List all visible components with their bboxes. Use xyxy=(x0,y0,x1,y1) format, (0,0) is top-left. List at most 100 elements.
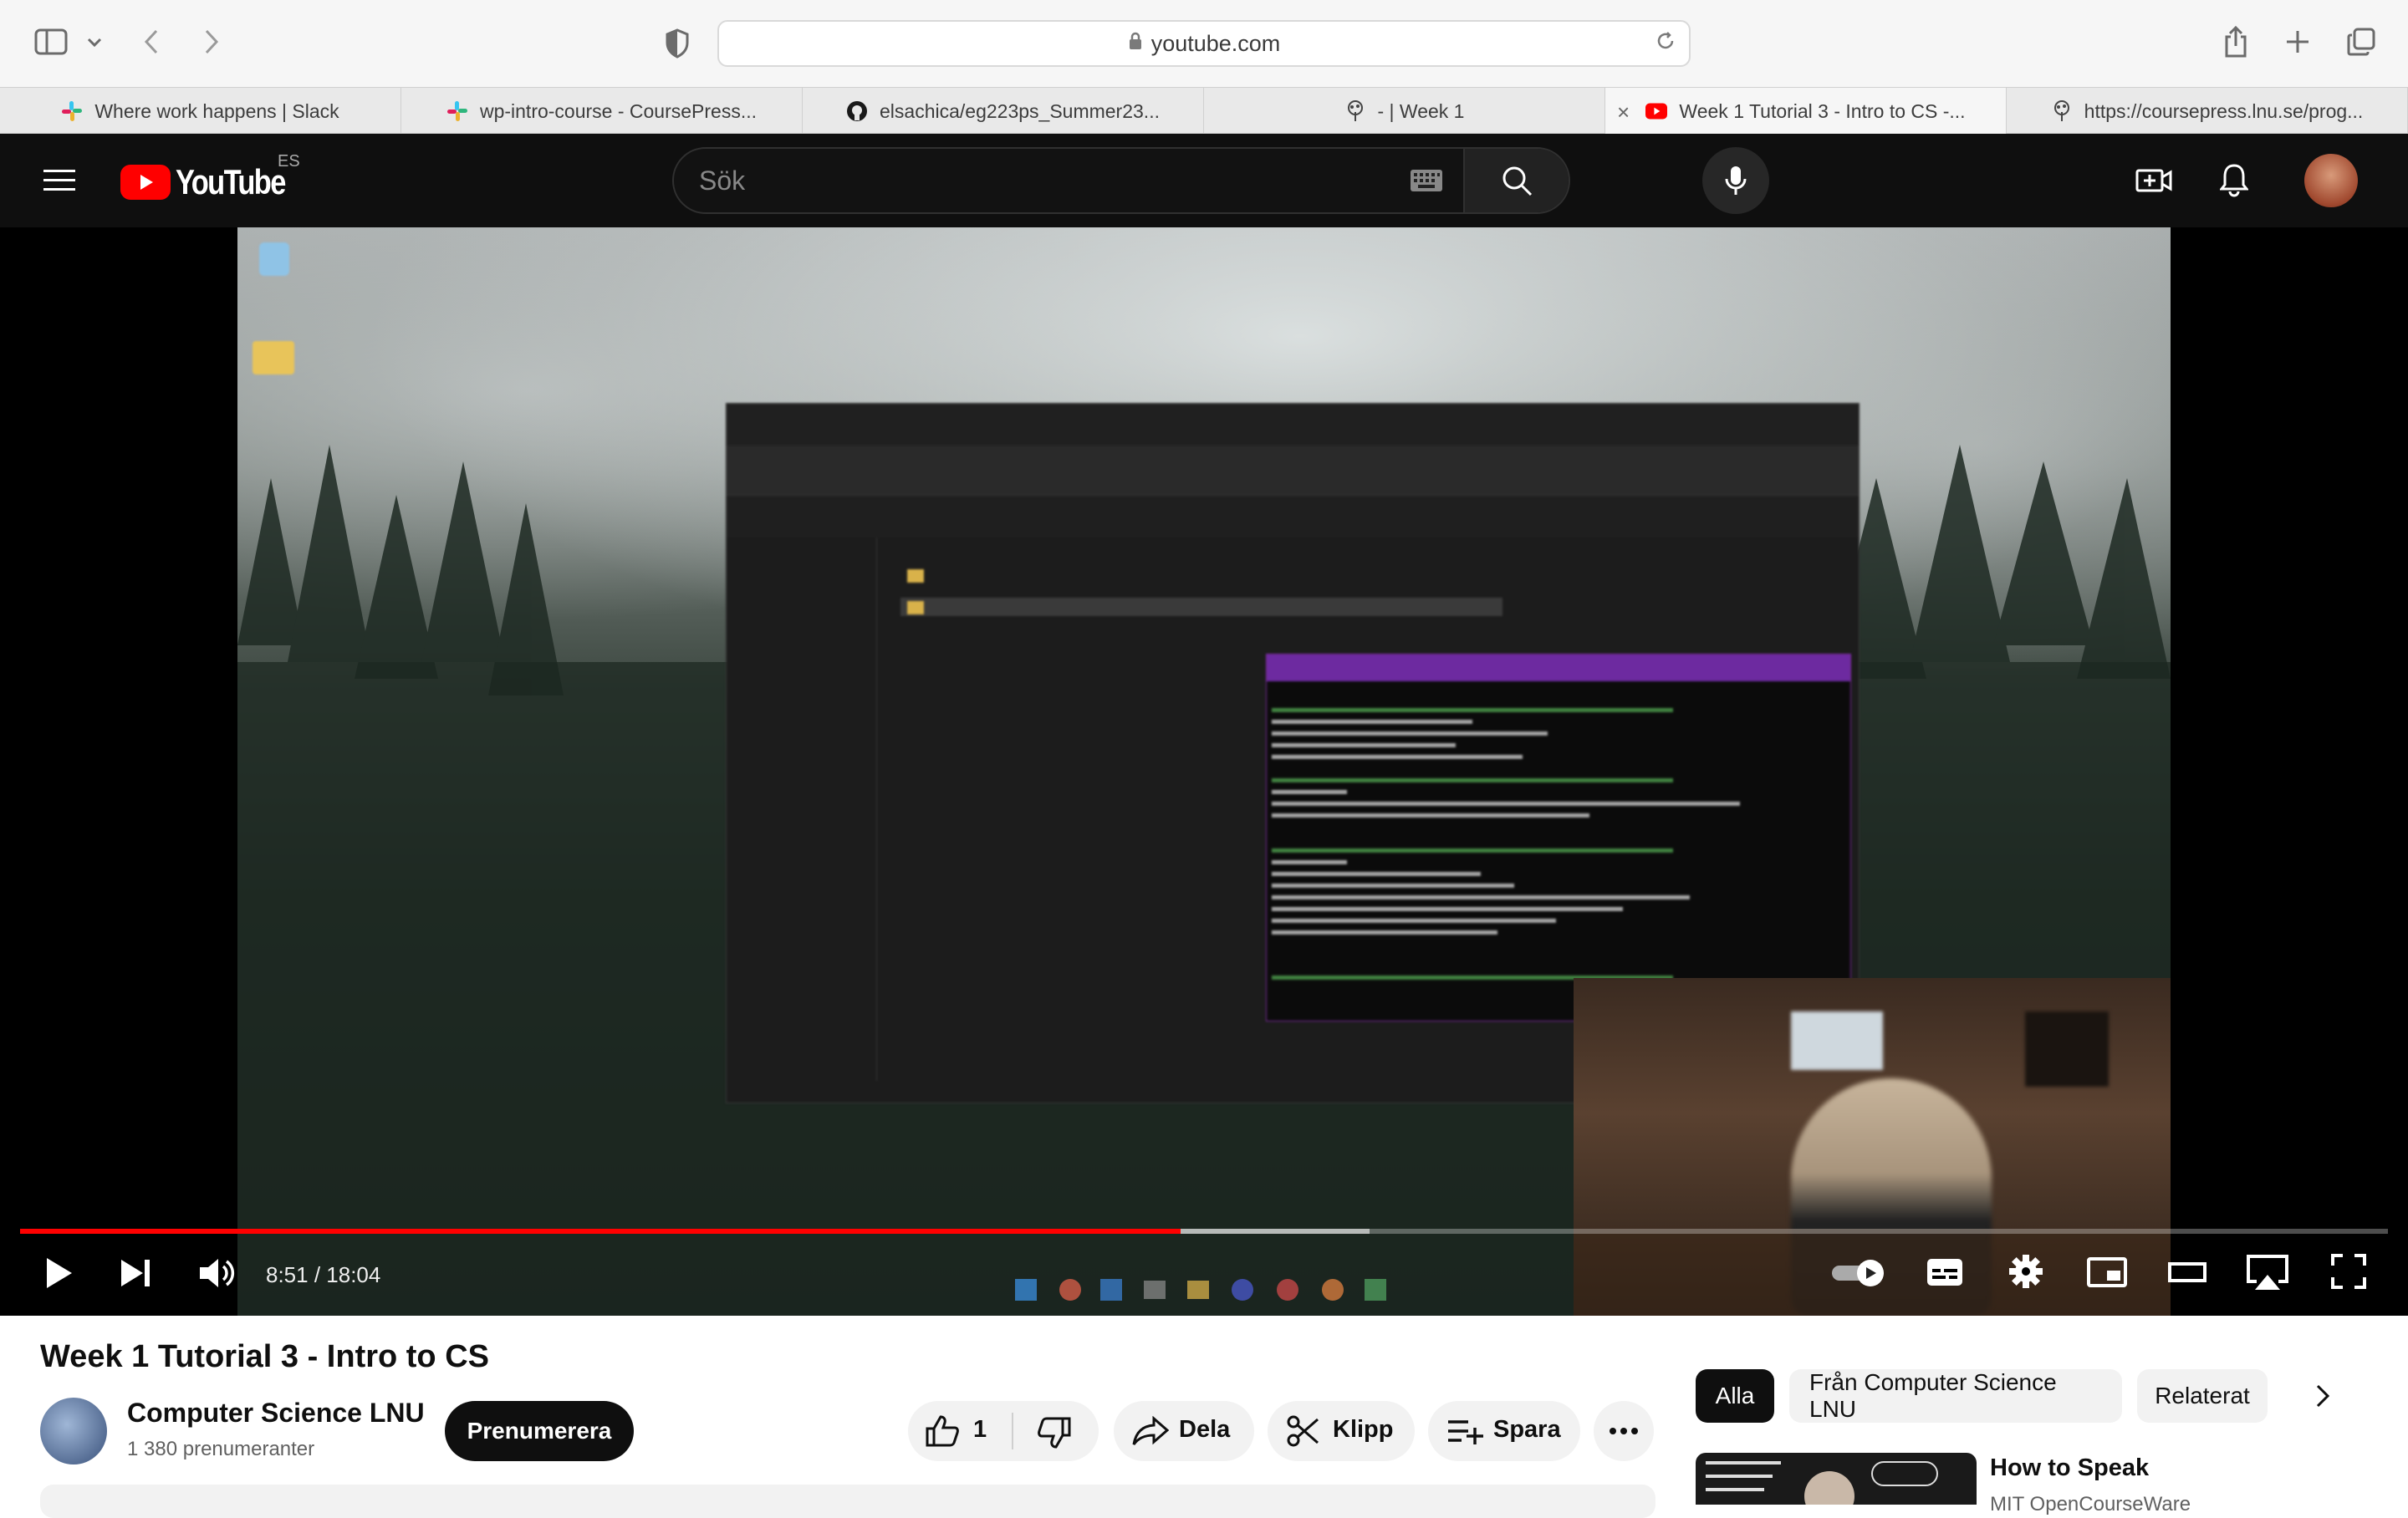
clip-button[interactable]: Klipp xyxy=(1268,1401,1415,1461)
progress-bar[interactable] xyxy=(20,1229,2388,1234)
tab-bar: Where work happens | Slack wp-intro-cour… xyxy=(0,87,2408,135)
channel-name[interactable]: Computer Science LNU xyxy=(127,1398,425,1429)
menu-icon[interactable] xyxy=(42,164,77,197)
gear-icon xyxy=(2009,1255,2043,1288)
reload-icon[interactable] xyxy=(1656,30,1676,57)
keyboard-icon[interactable] xyxy=(1410,169,1443,196)
channel-avatar[interactable] xyxy=(40,1398,107,1465)
create-video-icon[interactable] xyxy=(2135,162,2172,199)
more-actions-button[interactable] xyxy=(1594,1401,1654,1461)
subscriber-count: 1 380 prenumeranter xyxy=(127,1438,315,1460)
miniplayer-icon xyxy=(2087,1257,2127,1287)
scissors-icon xyxy=(1286,1414,1319,1454)
lock-icon xyxy=(1128,32,1143,55)
url-text: youtube.com xyxy=(1150,30,1281,56)
tab-slack[interactable]: Where work happens | Slack xyxy=(0,88,401,135)
search-input[interactable]: Sök xyxy=(699,149,745,212)
search-icon xyxy=(1502,166,1533,196)
chevron-right-icon[interactable] xyxy=(2313,1381,2341,1414)
tab-label: - | Week 1 xyxy=(1377,99,1465,122)
next-button[interactable] xyxy=(117,1252,154,1294)
address-bar[interactable]: youtube.com xyxy=(717,20,1691,67)
terminal-window xyxy=(1266,654,1851,1021)
tab-overview-icon[interactable] xyxy=(2344,25,2378,59)
share-button[interactable]: Dela xyxy=(1114,1401,1254,1461)
playlist-add-icon xyxy=(1446,1418,1483,1451)
chip-from-channel[interactable]: Från Computer Science LNU xyxy=(1789,1369,2122,1423)
tree-icon xyxy=(2051,100,2073,122)
save-label: Spara xyxy=(1493,1416,1561,1443)
github-icon xyxy=(846,100,868,122)
autoplay-toggle[interactable] xyxy=(1829,1257,1890,1289)
settings-button[interactable] xyxy=(2007,1252,2045,1291)
chevron-down-icon[interactable] xyxy=(84,32,105,53)
save-button[interactable]: Spara xyxy=(1428,1401,1580,1461)
video-player[interactable]: 8:51 / 18:04 xyxy=(0,227,2408,1316)
share-icon[interactable] xyxy=(2221,23,2251,60)
airplay-button[interactable] xyxy=(2244,1252,2291,1292)
country-code: ES xyxy=(278,152,300,171)
description-box[interactable] xyxy=(40,1485,1656,1518)
fullscreen-icon xyxy=(2331,1254,2366,1289)
clip-label: Klipp xyxy=(1333,1416,1394,1443)
volume-button[interactable] xyxy=(196,1252,237,1294)
like-divider xyxy=(1012,1413,1013,1449)
search-button[interactable] xyxy=(1463,149,1569,212)
subtitles-icon xyxy=(1927,1259,1962,1286)
tab-coursepress[interactable]: wp-intro-course - CoursePress... xyxy=(401,88,803,135)
microphone-icon xyxy=(1725,166,1747,195)
recycle-bin-icon xyxy=(259,242,289,276)
chip-related[interactable]: Relaterat xyxy=(2137,1369,2268,1423)
dislike-button[interactable] xyxy=(1037,1416,1072,1456)
sidebar-icon[interactable] xyxy=(33,27,69,57)
tab-youtube-active[interactable]: × Week 1 Tutorial 3 - Intro to CS -... xyxy=(1605,88,2007,135)
tree-icon xyxy=(1344,100,1366,122)
volume-icon xyxy=(200,1259,235,1287)
tab-label: wp-intro-course - CoursePress... xyxy=(479,99,758,122)
next-icon xyxy=(121,1260,150,1286)
chip-all[interactable]: Alla xyxy=(1696,1369,1774,1423)
subscribe-button[interactable]: Prenumerera xyxy=(445,1401,634,1461)
video-frame xyxy=(237,227,2171,1316)
tab-coursepress-prog[interactable]: https://coursepress.lnu.se/prog... xyxy=(2007,88,2408,135)
airplay-icon xyxy=(2247,1255,2288,1290)
slack-icon xyxy=(61,100,83,122)
play-icon xyxy=(47,1258,72,1288)
related-video-title[interactable]: How to Speak xyxy=(1990,1454,2149,1482)
voice-search-button[interactable] xyxy=(1702,147,1769,214)
avatar[interactable] xyxy=(2304,154,2358,207)
terminal-output xyxy=(1272,708,1740,980)
like-count: 1 xyxy=(973,1416,987,1443)
thumbs-up-icon xyxy=(926,1415,959,1447)
notifications-icon[interactable] xyxy=(2217,160,2251,199)
back-icon[interactable] xyxy=(139,25,164,59)
tab-label: Where work happens | Slack xyxy=(94,99,339,122)
shield-icon[interactable] xyxy=(662,27,692,60)
played-bar xyxy=(20,1229,1181,1234)
more-icon xyxy=(1610,1428,1638,1434)
youtube-masthead: YouTube ES Sök xyxy=(0,134,2408,227)
miniplayer-button[interactable] xyxy=(2085,1256,2129,1289)
theater-icon xyxy=(2168,1262,2206,1282)
fullscreen-button[interactable] xyxy=(2329,1252,2368,1291)
theater-mode-button[interactable] xyxy=(2167,1259,2207,1286)
tab-github[interactable]: elsachica/eg223ps_Summer23... xyxy=(803,88,1204,135)
new-tab-icon[interactable] xyxy=(2283,27,2313,57)
close-tab-icon[interactable]: × xyxy=(1617,99,1630,125)
search-box[interactable]: Sök xyxy=(672,147,1570,214)
subtitles-button[interactable] xyxy=(1925,1256,1965,1289)
time-display: 8:51 / 18:04 xyxy=(266,1262,381,1287)
youtube-icon xyxy=(1645,100,1668,122)
play-button[interactable] xyxy=(40,1252,77,1294)
like-button[interactable] xyxy=(925,1414,960,1454)
related-video-thumbnail[interactable] xyxy=(1696,1453,1977,1505)
related-video-channel: MIT OpenCourseWare xyxy=(1990,1493,2191,1515)
like-dislike-group: 1 xyxy=(908,1401,1099,1461)
tab-week-1[interactable]: - | Week 1 xyxy=(1204,88,1605,135)
tab-label: Week 1 Tutorial 3 - Intro to CS -... xyxy=(1679,99,1966,122)
share-label: Dela xyxy=(1179,1416,1231,1443)
forward-icon[interactable] xyxy=(199,25,224,59)
browser-toolbar: youtube.com xyxy=(0,0,2408,87)
folder-icon xyxy=(253,341,294,374)
youtube-logo-icon xyxy=(120,165,171,200)
